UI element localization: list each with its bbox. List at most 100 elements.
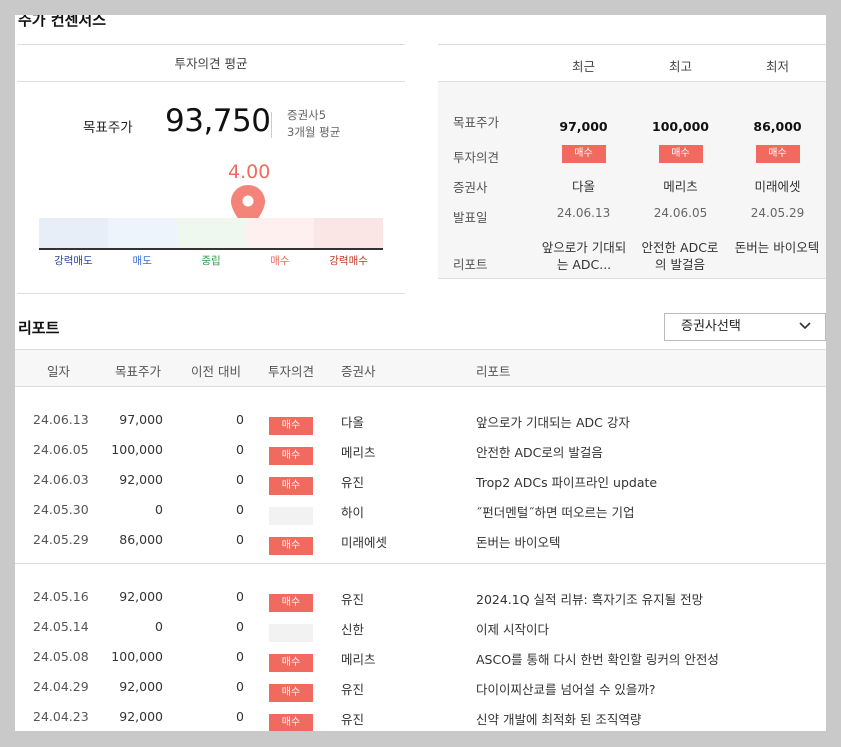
row-change: 0 [236,412,244,427]
row-date: 24.05.16 [33,589,89,604]
broker-count: 증권사5 [287,108,327,122]
opinion-badge: 매수 [561,145,606,163]
row-report-link[interactable]: 다이이찌산쿄를 넘어설 수 있을까? [476,679,656,698]
gauge-labels: 강력매도 매도 중립 매수 강력매수 [39,253,383,268]
high-target: 100,000 [652,119,709,134]
header-target: 목표주가 [115,364,162,379]
recent-date: 24.06.13 [556,206,611,220]
table-row[interactable]: 24.05.08 100,000 0 매수 메리츠 ASCO를 통해 다시 한번 확인할 … [15,642,826,672]
low-target: 86,000 [753,119,802,134]
row-broker[interactable]: 유진 [341,679,364,698]
gauge-segment [107,218,177,248]
row-label-report: 리포트 [453,257,488,272]
opinion-score: 4.00 [228,161,271,183]
row-broker[interactable]: 하이 [341,502,364,521]
row-date: 24.05.14 [33,619,89,634]
recent-broker[interactable]: 다올 [535,176,632,195]
opinion-badge: 매수 [658,145,703,163]
table-row[interactable]: 24.05.16 92,000 0 매수 유진 2024.1Q 실적 리뷰: 흑자기조 유… [15,582,826,612]
table-row[interactable]: 24.06.05 100,000 0 매수 메리츠 안전한 ADC로의 발걸음 [15,435,826,465]
row-report-link[interactable]: 신약 개발에 최적화 된 조직역량 [476,709,641,728]
target-price-label: 목표주가 [83,120,133,136]
row-broker[interactable]: 유진 [341,472,364,491]
opinion-badge: 매수 [269,654,313,672]
opinion-badge: 매수 [269,594,313,612]
table-row[interactable]: 24.06.03 92,000 0 매수 유진 Trop2 ADCs 파이프라인 upda… [15,465,826,495]
opinion-badge: 매수 [269,537,313,555]
report-table-header: 일자 목표주가 이전 대비 투자의견 증권사 리포트 [15,349,826,387]
recent-opinion: 매수 [535,144,632,163]
high-opinion: 매수 [632,144,729,163]
low-report-link[interactable]: 돈버는 바이오텍 [734,239,820,256]
table-row[interactable]: 24.04.23 92,000 0 매수 유진 신약 개발에 최적화 된 조직역량 [15,702,826,731]
low-opinion: 매수 [729,144,826,163]
row-date: 24.04.23 [33,709,89,724]
row-date: 24.04.29 [33,679,89,694]
row-report-link[interactable]: ASCO를 통해 다시 한번 확인할 링커의 안전성 [476,649,719,668]
row-report-link[interactable]: Trop2 ADCs 파이프라인 update [476,472,657,491]
row-report-link[interactable]: 안전한 ADC로의 발걸음 [476,442,603,461]
gauge-segment [314,218,383,248]
row-broker[interactable]: 신한 [341,619,364,638]
row-target-price: 0 [155,619,163,634]
summary-header: 최근 최고 최저 [438,45,826,82]
high-report-link[interactable]: 안전한 ADC로의 발걸음 [637,239,723,273]
row-change: 0 [236,532,244,547]
table-row[interactable]: 24.06.13 97,000 0 매수 다올 앞으로가 기대되는 ADC 강자 [15,405,826,435]
target-price-value: 93,750 [165,103,271,139]
target-price-sub: 증권사5 3개월 평균 [287,107,340,141]
row-change: 0 [236,649,244,664]
row-target-price: 0 [155,502,163,517]
row-broker[interactable]: 유진 [341,709,364,728]
table-row[interactable]: 24.05.29 86,000 0 매수 미래에셋 돈버는 바이오텍 [15,525,826,555]
row-report-link[interactable]: 2024.1Q 실적 리뷰: 흑자기조 유지될 전망 [476,589,703,608]
row-report-link[interactable]: ˝펀더멘털˝하면 떠오르는 기업 [476,502,634,521]
high-broker[interactable]: 메리츠 [632,176,729,195]
low-broker[interactable]: 미래에셋 [729,176,826,195]
consensus-panel: 투자의견 평균 목표주가 93,750 증권사5 3개월 평균 4.00 강력매… [17,44,405,294]
chevron-down-icon [799,322,811,330]
summary-table: 최근 최고 최저 목표주가 투자의견 증권사 발표일 리포트 97,000 매수… [438,44,826,279]
row-target-price: 100,000 [111,442,163,457]
row-broker[interactable]: 미래에셋 [341,532,387,551]
page: 주가 컨센서스 투자의견 평균 목표주가 93,750 증권사5 3개월 평균 … [15,15,826,731]
opinion-badge: 매수 [269,684,313,702]
gauge-segment [39,218,108,248]
row-change: 0 [236,472,244,487]
row-label-target: 목표주가 [453,115,500,130]
broker-select[interactable]: 증권사선택 [664,313,826,341]
row-label-broker: 증권사 [453,180,488,195]
opinion-badge: 매수 [269,447,313,465]
row-date: 24.06.03 [33,472,89,487]
table-row[interactable]: 24.05.30 0 0 하이 ˝펀더멘털˝하면 떠오르는 기업 [15,495,826,525]
table-row[interactable]: 24.05.14 0 0 신한 이제 시작이다 [15,612,826,642]
gauge-label: 매수 [270,255,290,267]
table-row[interactable]: 24.04.29 92,000 0 매수 유진 다이이찌산쿄를 넘어설 수 있을까? [15,672,826,702]
row-broker[interactable]: 메리츠 [341,649,376,668]
row-change: 0 [236,502,244,517]
row-target-price: 92,000 [119,472,163,487]
opinion-badge-empty [269,624,313,642]
header-date: 일자 [47,364,71,379]
opinion-badge: 매수 [269,417,313,435]
col-low: 최저 [765,59,789,74]
row-report-link[interactable]: 이제 시작이다 [476,619,549,638]
row-broker[interactable]: 유진 [341,589,364,608]
average-period: 3개월 평균 [287,125,341,139]
row-date: 24.06.13 [33,412,89,427]
header-report: 리포트 [476,364,511,379]
panel-title: 투자의견 평균 [17,45,405,82]
opinion-gauge [39,218,383,250]
row-broker[interactable]: 다올 [341,412,364,431]
row-report-link[interactable]: 앞으로가 기대되는 ADC 강자 [476,412,630,431]
recent-report-link[interactable]: 앞으로가 기대되는 ADC... [541,239,627,273]
row-target-price: 97,000 [119,412,163,427]
row-change: 0 [236,442,244,457]
row-broker[interactable]: 메리츠 [341,442,376,461]
gauge-segment [176,218,246,248]
header-opinion: 투자의견 [268,364,315,379]
row-report-link[interactable]: 돈버는 바이오텍 [476,532,560,551]
group-divider [15,563,826,564]
row-date: 24.05.29 [33,532,89,547]
row-change: 0 [236,679,244,694]
